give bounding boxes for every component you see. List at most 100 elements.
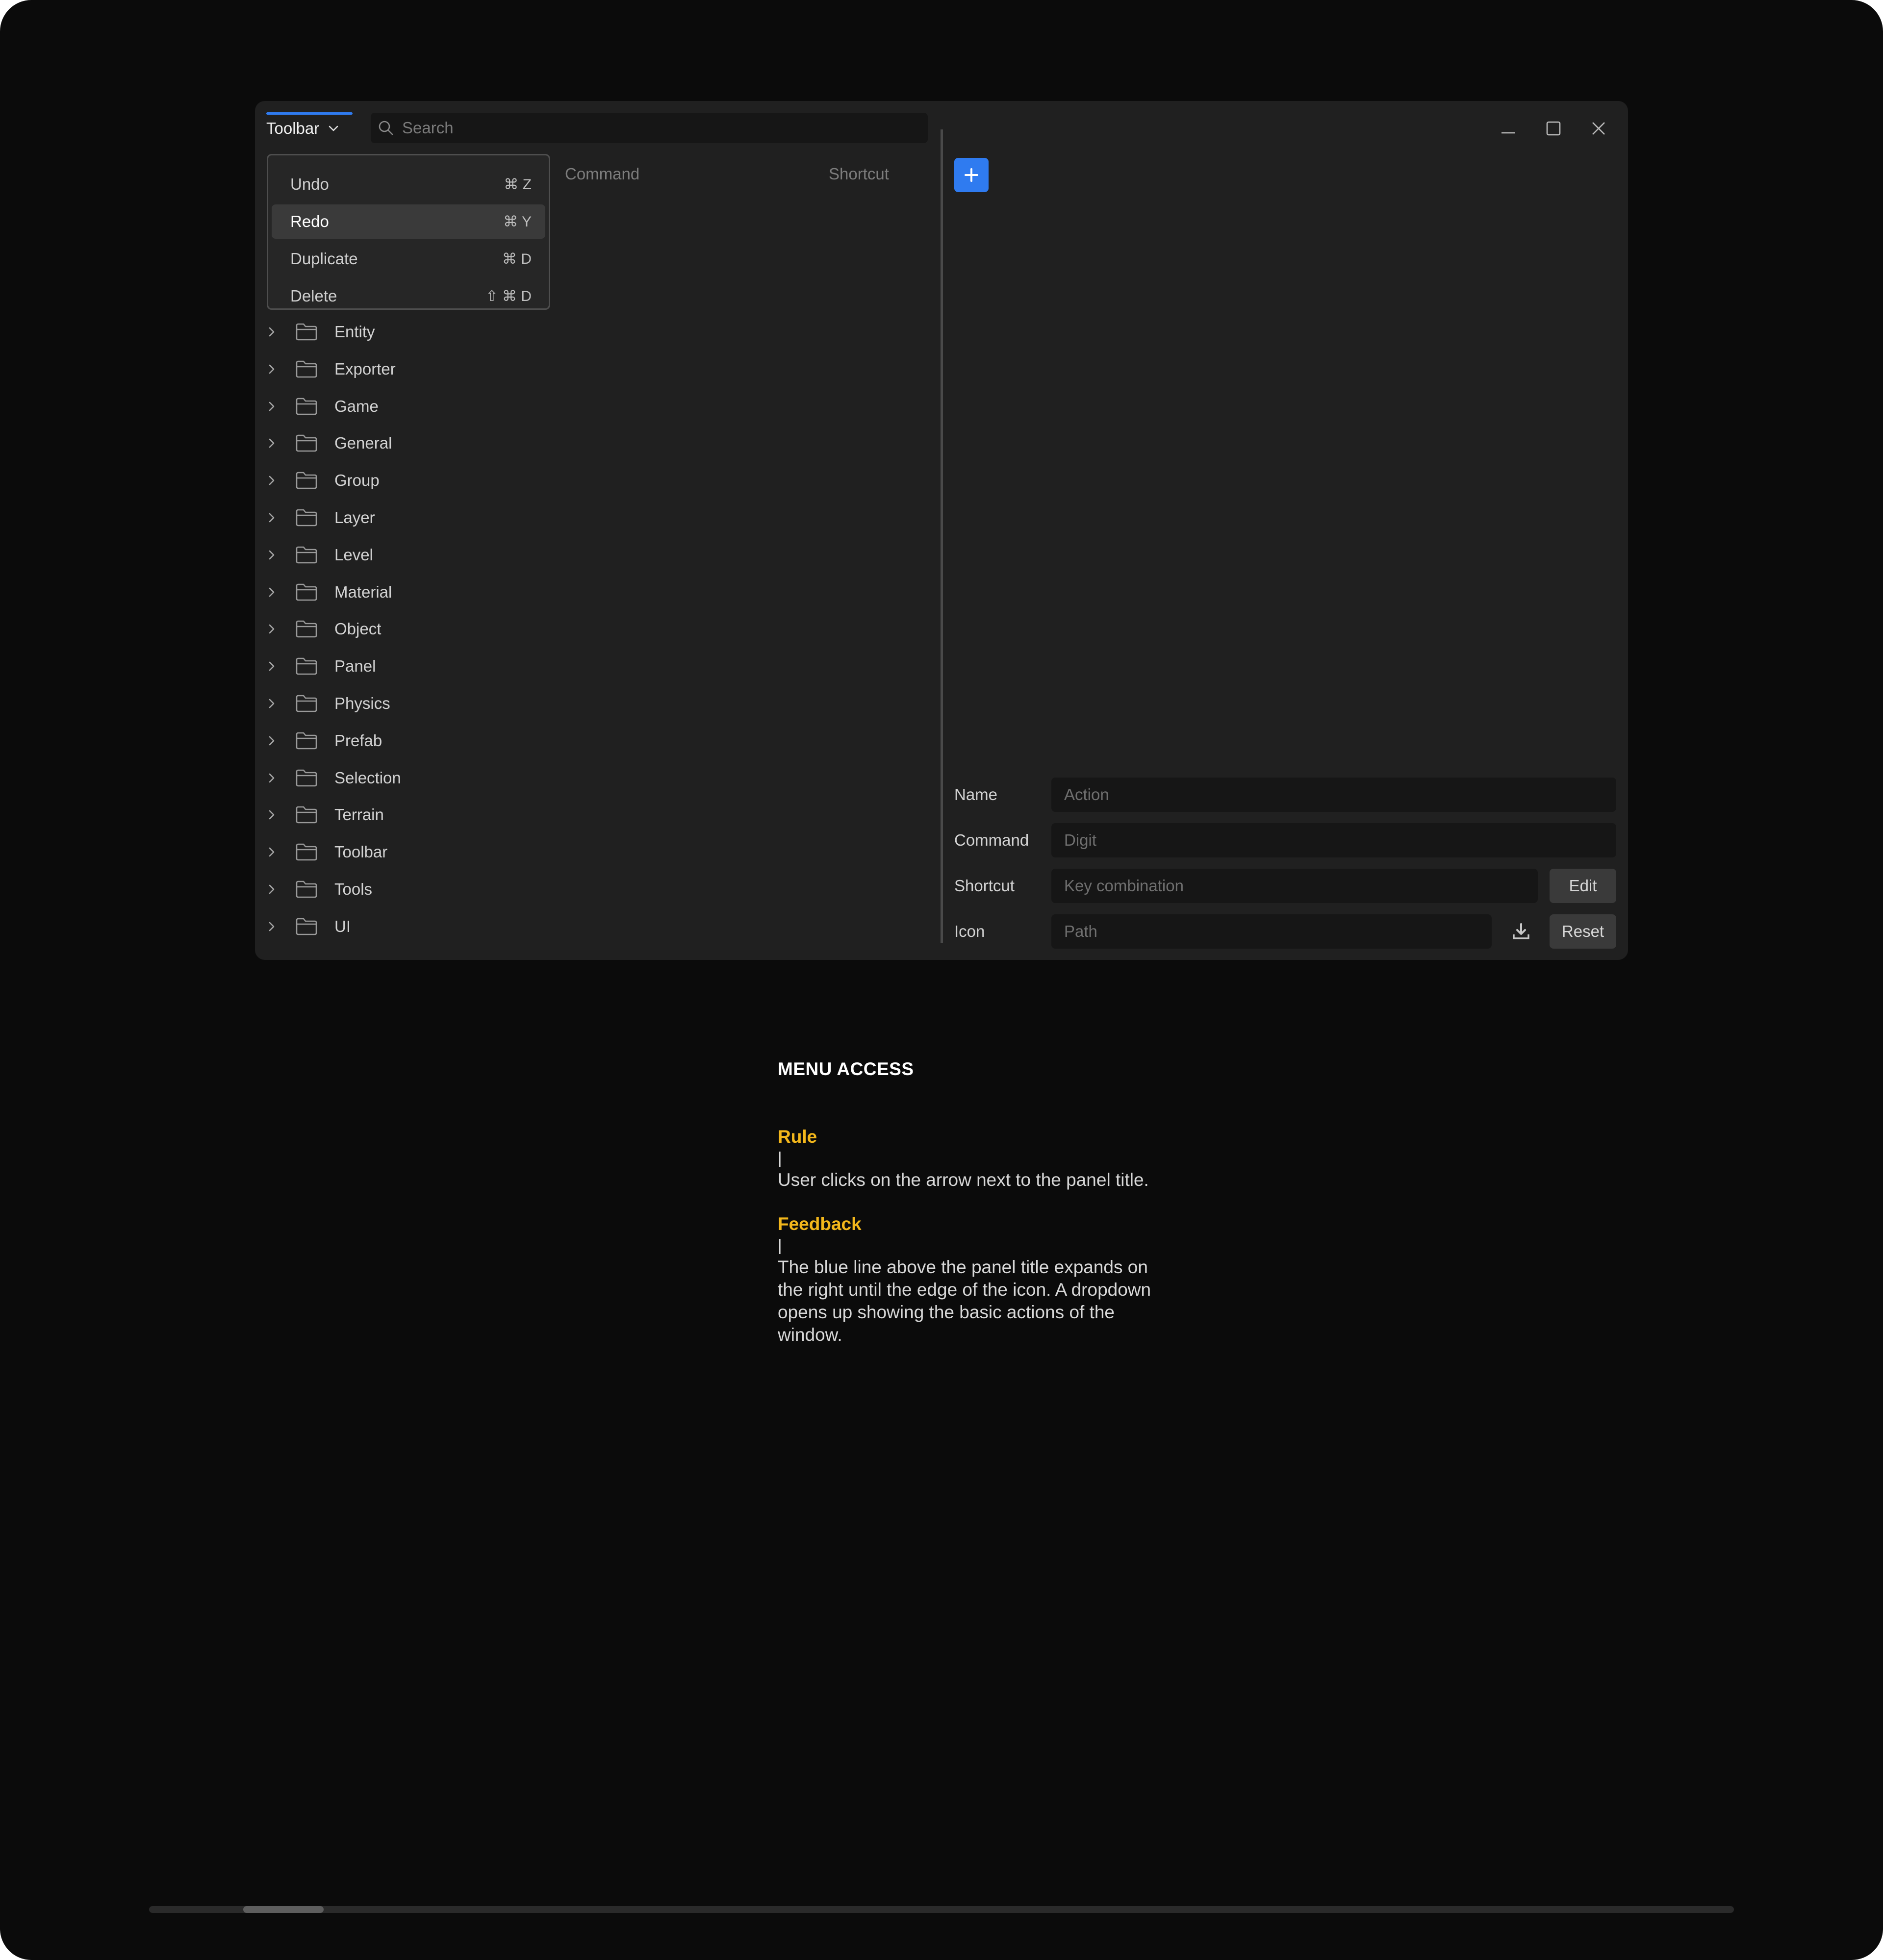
command-input[interactable] [1063,830,1574,850]
plus-icon [965,168,978,182]
folder-icon [295,917,318,936]
rule-text: User clicks on the arrow next to the pan… [778,1170,1149,1190]
icon-path-input[interactable] [1063,922,1462,941]
chevron-right-icon[interactable] [266,437,278,449]
tree-item[interactable]: Tools [255,871,922,908]
folder-icon [295,620,318,638]
minimize-icon[interactable] [1499,119,1518,138]
tree-item[interactable]: Terrain [255,796,922,833]
tree-item-label: Entity [334,323,375,341]
tree-item[interactable]: Panel [255,648,922,685]
dropdown-item-label: Delete [290,287,337,305]
tree-item[interactable]: Exporter [255,351,922,388]
chevron-right-icon[interactable] [266,512,278,524]
chevron-right-icon[interactable] [266,363,278,375]
tree-item[interactable]: Selection [255,759,922,797]
tree-item[interactable]: Object [255,610,922,648]
reset-icon-button[interactable]: Reset [1550,914,1616,949]
tree-item[interactable]: Group [255,462,922,499]
dropdown-item-duplicate[interactable]: Duplicate ⌘ D [272,242,545,276]
tree-item[interactable]: Level [255,536,922,574]
description-title: MENU ACCESS [778,1059,914,1079]
folder-icon [295,546,318,564]
folder-icon [295,805,318,824]
chevron-right-icon[interactable] [266,326,278,338]
tree-item-label: Game [334,397,379,415]
edit-shortcut-button[interactable]: Edit [1550,869,1616,903]
tree-item[interactable]: UI [255,908,922,945]
chevron-right-icon[interactable] [266,660,278,672]
name-label: Name [954,785,998,804]
name-field[interactable] [1051,778,1616,812]
folder-icon [295,434,318,452]
search-field[interactable] [371,113,928,143]
chevron-right-icon[interactable] [266,401,278,412]
tree-item-label: Exporter [334,359,396,378]
name-input[interactable] [1063,785,1574,804]
interaction-description: MENU ACCESS Rule | User clicks on the ar… [778,1059,1165,1346]
panel-divider[interactable] [941,129,943,943]
tree-item[interactable]: Physics [255,685,922,722]
chevron-right-icon[interactable] [266,735,278,747]
search-icon [378,120,394,136]
canvas: Toolbar Command Shortcut Entity Exporter G… [0,0,1883,1960]
shortcut-field[interactable] [1051,869,1538,903]
tree-item-label: Material [334,582,392,601]
dropdown-item-delete[interactable]: Delete ⇧ ⌘ D [272,279,545,313]
chevron-right-icon[interactable] [266,883,278,895]
folder-icon [295,583,318,602]
command-field[interactable] [1051,823,1616,857]
tree-item-label: Group [334,471,380,490]
icon-path-field[interactable] [1051,914,1492,949]
panel-title: Toolbar [266,119,320,137]
chevron-right-icon[interactable] [266,475,278,486]
chevron-right-icon[interactable] [266,846,278,858]
folder-icon [295,843,318,861]
tree-item[interactable]: General [255,425,922,462]
tree-item[interactable]: Layer [255,499,922,536]
tree-item-label: Object [334,620,382,638]
chevron-right-icon[interactable] [266,921,278,932]
scrollbar-thumb[interactable] [243,1906,324,1913]
tree-item-label: General [334,434,392,452]
chevron-right-icon[interactable] [266,809,278,821]
panel-actions-dropdown: Undo ⌘ Z Redo ⌘ Y Duplicate ⌘ D Delete ⇧… [267,154,550,310]
chevron-right-icon[interactable] [266,698,278,709]
tree-item-label: UI [334,917,351,935]
feedback-text: The blue line above the panel title expa… [778,1257,1151,1345]
folder-icon [295,880,318,899]
dropdown-item-undo[interactable]: Undo ⌘ Z [272,167,545,201]
horizontal-scrollbar[interactable] [149,1906,1734,1913]
tree-item[interactable]: Game [255,388,922,425]
chevron-right-icon[interactable] [266,623,278,635]
feedback-heading: Feedback [778,1214,862,1234]
folder-icon [295,397,318,416]
search-input[interactable] [401,118,913,138]
add-action-button[interactable] [954,158,989,192]
tree-item[interactable]: Toolbar [255,833,922,871]
tree-item[interactable]: Prefab [255,722,922,759]
tree-item-label: Panel [334,657,376,676]
dropdown-item-label: Redo [290,212,329,230]
folder-icon [295,323,318,341]
chevron-right-icon[interactable] [266,586,278,598]
folder-icon [295,731,318,750]
shortcut-input[interactable] [1063,876,1503,896]
panel-title-dropdown-toggle[interactable]: Toolbar [266,114,353,143]
shortcut-label: Shortcut [954,877,1015,895]
close-icon[interactable] [1589,119,1608,138]
tree-item[interactable]: Entity [255,313,922,351]
dropdown-item-label: Undo [290,175,329,193]
maximize-icon[interactable] [1544,119,1563,138]
tree-item-label: Physics [334,694,390,712]
folder-icon [295,769,318,787]
dropdown-item-redo[interactable]: Redo ⌘ Y [272,204,545,239]
chevron-right-icon[interactable] [266,772,278,784]
tree-item[interactable]: Material [255,574,922,611]
download-icon[interactable] [1510,921,1532,942]
rule-heading: Rule [778,1127,817,1147]
dropdown-item-shortcut: ⇧ ⌘ D [485,288,532,304]
tree-item-label: Tools [334,880,373,898]
chevron-down-icon[interactable] [327,122,340,135]
chevron-right-icon[interactable] [266,549,278,561]
